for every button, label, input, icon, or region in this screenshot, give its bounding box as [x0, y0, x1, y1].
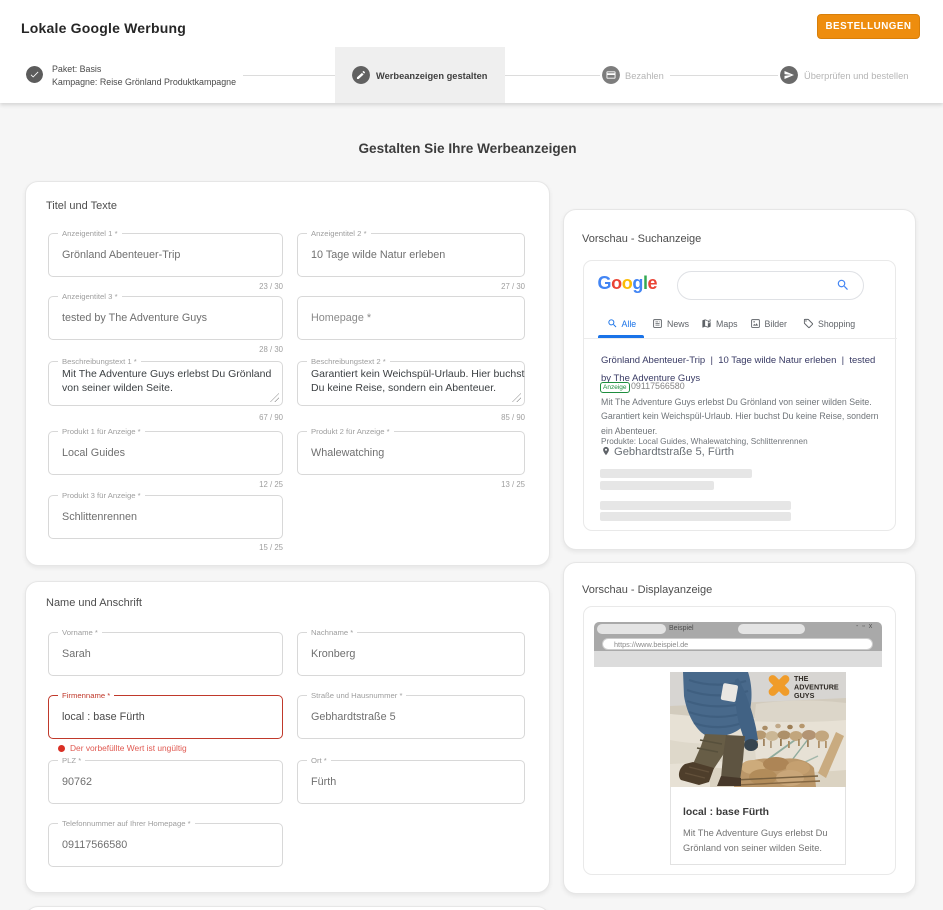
svg-text:GUYS: GUYS [794, 691, 815, 700]
